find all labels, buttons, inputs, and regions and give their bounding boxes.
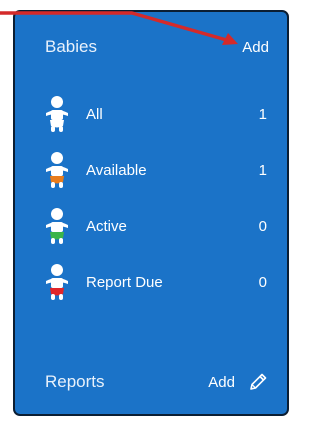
add-baby-link[interactable]: Add [242,39,269,56]
baby-filter-label: Active [86,217,127,235]
baby-filter-available[interactable]: Available 1 [42,142,267,198]
baby-filter-label: All [86,105,103,123]
pencil-icon[interactable] [247,371,269,393]
baby-icon [46,264,68,300]
babies-title: Babies [45,37,97,56]
baby-filter-list: All 1 Available 1 Active 0 Report Due 0 [42,86,267,310]
reports-header: Reports Add [45,370,269,394]
baby-filter-label: Available [86,161,147,179]
add-report-link[interactable]: Add [208,374,235,391]
baby-icon [46,96,68,132]
baby-filter-count: 0 [258,217,267,235]
baby-filter-all[interactable]: All 1 [42,86,267,142]
baby-filter-count: 1 [258,161,267,179]
baby-filter-label: Report Due [86,273,163,291]
baby-icon [46,208,68,244]
reports-actions: Add [208,371,269,393]
baby-filter-count: 1 [258,105,267,123]
screenshot-stage: Babies Add All 1 Available 1 Active 0 Re… [0,0,301,424]
baby-filter-report-due[interactable]: Report Due 0 [42,254,267,310]
baby-filter-count: 0 [258,273,267,291]
baby-filter-active[interactable]: Active 0 [42,198,267,254]
babies-header: Babies Add [45,35,269,59]
baby-icon [46,152,68,188]
babies-panel: Babies Add All 1 Available 1 Active 0 Re… [13,10,289,416]
reports-title: Reports [45,372,105,391]
